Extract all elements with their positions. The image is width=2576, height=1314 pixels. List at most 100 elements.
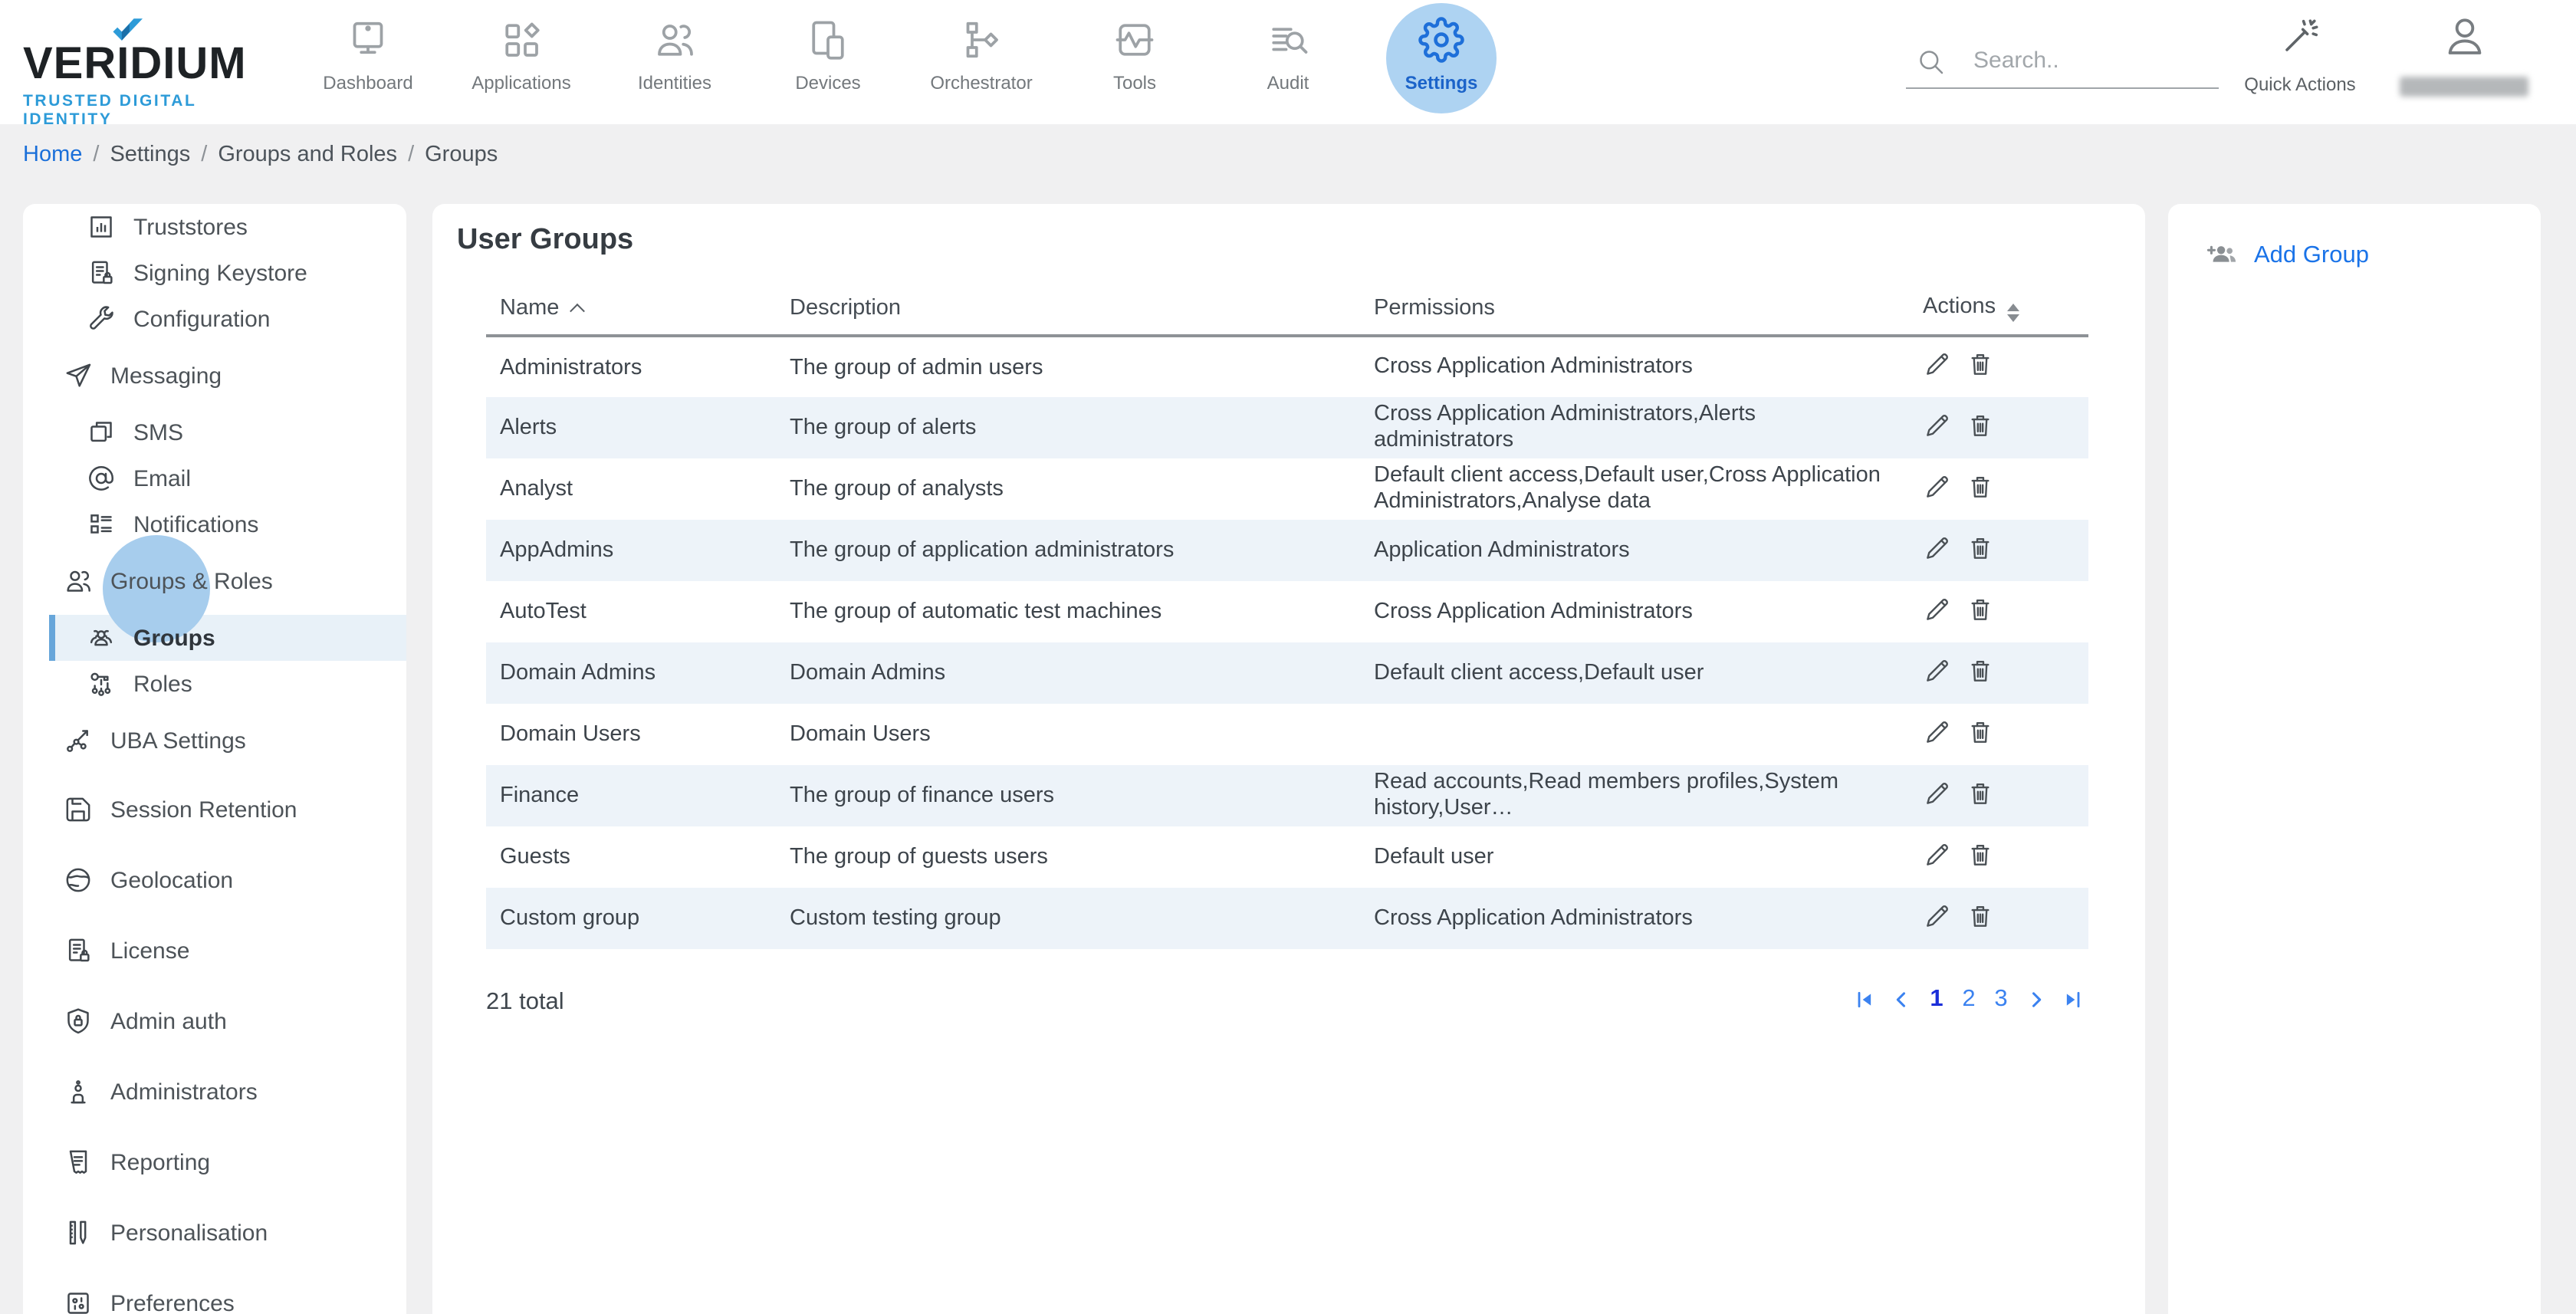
page-number[interactable]: 3 — [1992, 986, 2010, 1013]
sidebar-item[interactable]: SMS — [23, 409, 406, 455]
add-group-button[interactable]: Add Group — [2205, 238, 2369, 273]
sidebar-item[interactable]: Session Retention — [23, 774, 406, 845]
sidebar-item-icon — [63, 725, 94, 756]
page-number[interactable]: 1 — [1927, 986, 1946, 1013]
brand-logo[interactable]: VERIDIUM TRUSTED DIGITAL IDENTITY — [23, 28, 284, 129]
app-window: VERIDIUM TRUSTED DIGITAL IDENTITY Dashbo… — [0, 0, 2576, 1314]
page-number[interactable]: 2 — [1960, 986, 1978, 1013]
nav-item[interactable]: Tools — [1058, 0, 1211, 124]
trash-icon — [1966, 839, 1995, 869]
sidebar-item[interactable]: Email — [23, 455, 406, 501]
sidebar-item-label: Email — [133, 465, 191, 491]
nav-item[interactable]: Applications — [445, 0, 598, 124]
sidebar-item[interactable]: Preferences — [23, 1268, 406, 1314]
nav-label: Identities — [638, 72, 711, 94]
search-input[interactable] — [1970, 46, 2200, 75]
sidebar-item-label: Personalisation — [110, 1220, 268, 1246]
sidebar-item[interactable]: Admin auth — [23, 986, 406, 1056]
delete-group-button[interactable] — [1966, 839, 1995, 869]
nav-item[interactable]: Audit — [1211, 0, 1365, 124]
group-actions-cell — [1909, 336, 2088, 397]
delete-group-button[interactable] — [1966, 901, 1995, 930]
column-header-permissions[interactable]: Permissions — [1360, 281, 1909, 336]
user-menu[interactable] — [2390, 12, 2538, 97]
sidebar-item-icon — [63, 1288, 94, 1314]
sidebar-item[interactable]: Groups — [23, 615, 406, 661]
pencil-icon — [1923, 655, 1952, 685]
sidebar-item-label: Groups — [133, 625, 215, 651]
sidebar-item[interactable]: Truststores — [23, 204, 406, 250]
nav-label: Settings — [1405, 72, 1478, 94]
delete-group-button[interactable] — [1966, 655, 1995, 685]
group-actions-cell — [1909, 581, 2088, 642]
edit-group-button[interactable] — [1923, 533, 1952, 562]
nav-icon — [805, 17, 851, 63]
sidebar-item[interactable]: Configuration — [23, 296, 406, 342]
pencil-icon — [1923, 533, 1952, 562]
sidebar-item[interactable]: Reporting — [23, 1127, 406, 1197]
user-icon — [2440, 12, 2488, 60]
delete-group-button[interactable] — [1966, 533, 1995, 562]
page-numbers: 123 — [1927, 986, 2010, 1013]
first-page-button[interactable] — [1854, 989, 1875, 1010]
sidebar-item-icon — [86, 304, 117, 334]
delete-group-button[interactable] — [1966, 778, 1995, 807]
sidebar-item[interactable]: Roles — [23, 661, 406, 707]
next-page-button[interactable] — [2026, 989, 2047, 1010]
breadcrumb-groups-and-roles[interactable]: Groups and Roles — [218, 143, 397, 167]
nav-item[interactable]: Settings — [1365, 0, 1518, 124]
edit-group-button[interactable] — [1923, 655, 1952, 685]
nav-item[interactable]: Orchestrator — [905, 0, 1058, 124]
sidebar-item[interactable]: UBA Settings — [23, 707, 406, 774]
sidebar-item[interactable]: Groups & Roles — [23, 547, 406, 615]
column-header-description[interactable]: Description — [776, 281, 1360, 336]
delete-group-button[interactable] — [1966, 471, 1995, 501]
breadcrumb-settings[interactable]: Settings — [110, 143, 190, 167]
group-row: Domain Admins Domain Admins Default clie… — [486, 642, 2088, 704]
edit-group-button[interactable] — [1923, 839, 1952, 869]
nav-item[interactable]: Dashboard — [291, 0, 445, 124]
sidebar-item-label: Truststores — [133, 214, 248, 240]
global-search — [1906, 34, 2219, 89]
sidebar-item-icon — [63, 1006, 94, 1036]
sidebar-item[interactable]: Signing Keystore — [23, 250, 406, 296]
nav-item[interactable]: Identities — [598, 0, 751, 124]
sidebar-item-label: UBA Settings — [110, 728, 246, 754]
brand-name: VERIDIUM — [23, 43, 284, 87]
trash-icon — [1966, 350, 1995, 379]
edit-group-button[interactable] — [1923, 901, 1952, 930]
quick-actions-button[interactable]: Quick Actions — [2226, 15, 2374, 95]
sidebar-item[interactable]: Notifications — [23, 501, 406, 547]
sidebar-item[interactable]: Messaging — [23, 342, 406, 409]
sidebar-item[interactable]: Administrators — [23, 1056, 406, 1127]
group-row: Custom group Custom testing group Cross … — [486, 888, 2088, 949]
delete-group-button[interactable] — [1966, 350, 1995, 379]
sidebar-item[interactable]: Geolocation — [23, 845, 406, 915]
group-name-cell: Domain Admins — [486, 642, 776, 704]
last-page-button[interactable] — [2062, 989, 2084, 1010]
group-permissions-cell: Cross Application Administrators — [1360, 581, 1909, 642]
sidebar-item[interactable]: Personalisation — [23, 1197, 406, 1268]
nav-icon — [652, 17, 698, 63]
edit-group-button[interactable] — [1923, 717, 1952, 746]
sidebar-item-label: Reporting — [110, 1149, 210, 1175]
sidebar-item-icon — [86, 212, 117, 242]
delete-group-button[interactable] — [1966, 717, 1995, 746]
sidebar-item-label: Notifications — [133, 511, 258, 537]
edit-group-button[interactable] — [1923, 471, 1952, 501]
sort-both-icon — [2006, 303, 2019, 321]
edit-group-button[interactable] — [1923, 410, 1952, 439]
sidebar-item[interactable]: License — [23, 915, 406, 986]
edit-group-button[interactable] — [1923, 594, 1952, 623]
breadcrumb: Home/Settings/Groups and Roles/Groups — [23, 143, 498, 167]
previous-page-button[interactable] — [1891, 989, 1912, 1010]
sidebar-item-label: Messaging — [110, 363, 222, 389]
breadcrumb-home-link[interactable]: Home — [23, 143, 82, 167]
edit-group-button[interactable] — [1923, 350, 1952, 379]
delete-group-button[interactable] — [1966, 410, 1995, 439]
nav-item[interactable]: Devices — [751, 0, 905, 124]
column-header-actions[interactable]: Actions — [1909, 281, 2088, 336]
delete-group-button[interactable] — [1966, 594, 1995, 623]
column-header-name[interactable]: Name — [486, 281, 776, 336]
edit-group-button[interactable] — [1923, 778, 1952, 807]
